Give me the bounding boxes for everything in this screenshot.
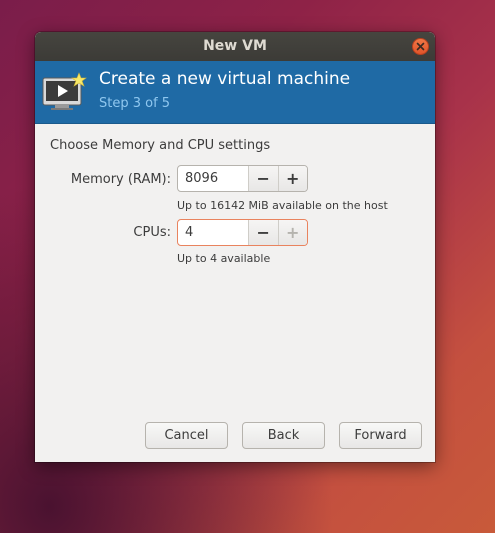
memory-hint: Up to 16142 MiB available on the host [177,199,388,212]
wizard-content: Choose Memory and CPU settings Memory (R… [35,124,435,462]
cpus-spinbox: − + [177,219,308,246]
cpus-hint: Up to 4 available [177,252,271,265]
memory-label: Memory (RAM): [70,172,171,187]
memory-spinbox: − + [177,165,308,192]
memory-increment-button[interactable]: + [277,166,307,191]
window-title: New VM [203,38,267,54]
cpus-increment-button[interactable]: + [277,220,307,245]
header-title: Create a new virtual machine [99,69,351,89]
cpus-input[interactable] [178,220,248,245]
memory-decrement-button[interactable]: − [248,166,278,191]
close-button[interactable] [412,38,429,55]
memory-input[interactable] [178,166,248,191]
forward-button[interactable]: Forward [339,422,422,449]
close-icon [416,42,425,51]
section-title: Choose Memory and CPU settings [50,138,271,153]
new-vm-dialog: New VM Create a new virtual machine Step… [35,32,435,462]
titlebar[interactable]: New VM [35,32,435,61]
vm-monitor-icon [42,72,87,110]
cpus-label: CPUs: [133,225,171,240]
cpus-decrement-button[interactable]: − [248,220,278,245]
back-button[interactable]: Back [242,422,325,449]
wizard-header: Create a new virtual machine Step 3 of 5 [35,61,435,124]
cancel-button[interactable]: Cancel [145,422,228,449]
step-indicator: Step 3 of 5 [99,96,171,111]
